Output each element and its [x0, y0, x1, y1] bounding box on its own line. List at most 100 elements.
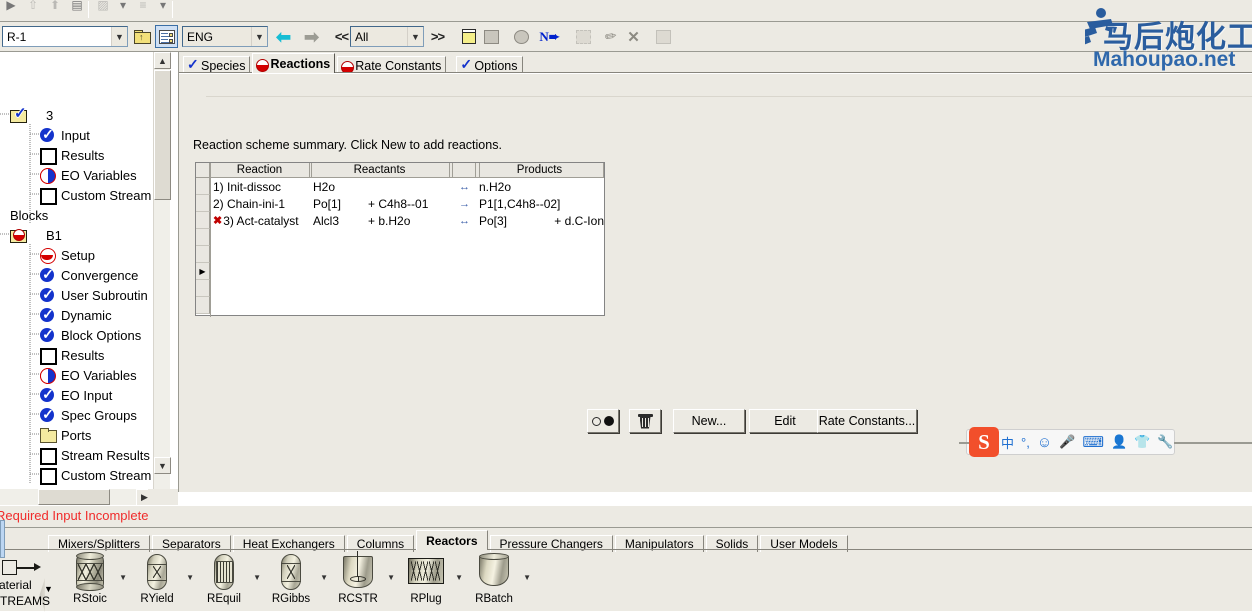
report-icon[interactable]	[652, 25, 675, 48]
tree-node-setup[interactable]: Setup	[40, 245, 95, 265]
scrollbar-thumb-h[interactable]	[38, 489, 110, 505]
tree-node-eo-input[interactable]: EO Input	[40, 385, 112, 405]
tree-horizontal-scrollbar[interactable]: ▶	[0, 489, 170, 506]
next-input-icon[interactable]: >>	[426, 25, 449, 48]
tree-node-b1[interactable]: B1	[10, 225, 62, 245]
chevron-down-icon[interactable]: ▼	[251, 27, 267, 46]
row-selector[interactable]	[196, 212, 210, 229]
chevron-down-icon[interactable]: ▼	[44, 584, 53, 594]
tree-node-stream-results[interactable]: Stream Results	[40, 445, 150, 465]
plot-dropdown-icon[interactable]: ▾	[112, 0, 134, 16]
tree-node-user-subroutines[interactable]: User Subroutin	[40, 285, 148, 305]
table-row[interactable]: ✖ 3) Act-catalyst Alcl3 + b.H2o ↔ Po[3] …	[196, 212, 604, 229]
palette-model-rstoic[interactable]: RStoic ▼	[57, 552, 127, 610]
sogou-logo-icon[interactable]: S	[969, 427, 999, 457]
palette-model-rcstr[interactable]: RCSTR ▼	[325, 551, 395, 610]
edit-button[interactable]: Edit	[749, 409, 821, 433]
palette-tab-reactors[interactable]: Reactors	[416, 530, 488, 550]
palette-model-rgibbs[interactable]: RGibbs ▼	[258, 552, 328, 610]
tree-node-spec-groups[interactable]: Spec Groups	[40, 405, 137, 425]
reinitialize-icon[interactable]: ⬆	[44, 0, 66, 16]
tree-node-results[interactable]: Results	[40, 145, 104, 165]
chevron-down-icon[interactable]: ▼	[111, 27, 127, 46]
forward-arrow-icon[interactable]: ➡	[300, 25, 323, 48]
ime-toolbar[interactable]: S 中 °, ☺ 🎤 ⌨ 👤 👕 🔧	[959, 427, 1252, 457]
results-summary-icon[interactable]	[480, 25, 503, 48]
scrollbar-thumb[interactable]	[154, 70, 171, 200]
cell-products[interactable]: Po[3] + d.C-Ion	[476, 212, 604, 229]
chinese-mode-icon[interactable]: 中	[1001, 433, 1014, 452]
stream-results-icon[interactable]	[510, 25, 533, 48]
properties-icon[interactable]: ≡	[132, 0, 154, 16]
object-selector-combo[interactable]: R-1 ▼	[2, 26, 128, 47]
palette-model-ryield[interactable]: RYield ▼	[124, 552, 194, 610]
tree-vertical-scrollbar[interactable]: ▲ ▼	[153, 52, 171, 492]
row-selector[interactable]	[196, 229, 210, 246]
row-selector[interactable]	[196, 178, 210, 195]
cell-products[interactable]: P1[1,C4h8--02]	[476, 195, 604, 212]
user-icon[interactable]: 👤	[1111, 434, 1127, 450]
tree-node-3[interactable]: 3	[10, 105, 53, 125]
new-object-icon[interactable]	[572, 25, 595, 48]
properties-dropdown-icon[interactable]: ▾	[152, 0, 174, 16]
next-required-input-icon[interactable]	[457, 25, 480, 48]
row-selector[interactable]	[196, 280, 210, 297]
grid-column-header-products[interactable]: Products	[476, 163, 604, 178]
new-button[interactable]: New...	[673, 409, 745, 433]
delete-icon[interactable]: ✕	[622, 25, 645, 48]
palette-model-rbatch[interactable]: RBatch ▼	[461, 552, 531, 610]
tree-node-eo-variables[interactable]: EO Variables	[40, 165, 137, 185]
chevron-down-icon[interactable]: ▼	[407, 27, 423, 46]
view-filter-combo[interactable]: All ▼	[350, 26, 424, 47]
grid-column-header-operator[interactable]	[450, 163, 476, 178]
table-row[interactable]: 2) Chain-ini-1 Po[1] + C4h8--01 → P1[1,C…	[196, 195, 604, 212]
table-row[interactable]	[196, 246, 604, 263]
navigation-tree[interactable]: 3 Input Results EO Variables Custom Stre…	[0, 52, 178, 492]
rate-constants-button[interactable]: Rate Constants...	[817, 409, 917, 433]
table-row[interactable]: 1) Init-dissoc H2o ↔ n.H2o	[196, 178, 604, 195]
table-row[interactable]	[196, 297, 604, 314]
units-selector-combo[interactable]: ENG ▼	[182, 26, 268, 47]
tree-node-dynamic[interactable]: Dynamic	[40, 305, 112, 325]
chevron-down-icon[interactable]: ▼	[523, 573, 531, 582]
cell-reactants[interactable]: Po[1] + C4h8--01	[310, 195, 450, 212]
reactions-grid[interactable]: Reaction Reactants Products 1) Init-diss…	[195, 162, 605, 317]
punctuation-icon[interactable]: °,	[1021, 435, 1030, 450]
table-row[interactable]: ▶	[196, 263, 604, 280]
delete-button[interactable]	[629, 409, 661, 433]
tab-reactions[interactable]: Reactions	[252, 53, 336, 73]
palette-model-rplug[interactable]: RPlug ▼	[393, 552, 463, 610]
edit-icon[interactable]: ✏	[599, 25, 622, 48]
next-n-icon[interactable]: N➨	[538, 25, 561, 48]
control-panel-icon[interactable]: ▤	[66, 0, 88, 16]
cell-reactants[interactable]: H2o	[310, 178, 450, 195]
voice-input-icon[interactable]: 🎤	[1059, 434, 1075, 450]
cell-reaction[interactable]: 2) Chain-ini-1	[210, 195, 310, 212]
grid-column-header-reaction[interactable]: Reaction	[210, 163, 310, 178]
tree-node-block-options[interactable]: Block Options	[40, 325, 141, 345]
tree-node-custom-stream[interactable]: Custom Stream	[40, 185, 151, 205]
grid-column-header-reactants[interactable]: Reactants	[310, 163, 450, 178]
cell-products[interactable]: n.H2o	[476, 178, 604, 195]
tree-node-block-results[interactable]: Results	[40, 345, 104, 365]
run-icon[interactable]: ▶	[0, 0, 22, 16]
parent-folder-icon[interactable]: ↑	[131, 25, 154, 48]
back-arrow-icon[interactable]: ⬅	[272, 25, 295, 48]
cell-reactants[interactable]: Alcl3 + b.H2o	[310, 212, 450, 229]
species-toggle-button[interactable]	[587, 409, 619, 433]
tree-node-input[interactable]: Input	[40, 125, 90, 145]
tree-view-icon[interactable]	[155, 25, 178, 48]
row-selector[interactable]	[196, 297, 210, 314]
table-row[interactable]	[196, 280, 604, 297]
palette-stream-material[interactable]: Material STREAMS ▼	[0, 558, 53, 611]
step-icon[interactable]: ⇧	[22, 0, 44, 16]
tree-section-blocks[interactable]: Blocks	[10, 205, 48, 225]
row-selector-current[interactable]: ▶	[196, 263, 210, 280]
table-row[interactable]	[196, 229, 604, 246]
skin-icon[interactable]: 👕	[1134, 434, 1150, 450]
settings-icon[interactable]: 🔧	[1157, 434, 1173, 450]
cell-reaction[interactable]: 1) Init-dissoc	[210, 178, 310, 195]
cell-reaction[interactable]: ✖ 3) Act-catalyst	[210, 212, 310, 229]
scroll-down-icon[interactable]: ▼	[154, 457, 171, 474]
row-selector[interactable]	[196, 246, 210, 263]
